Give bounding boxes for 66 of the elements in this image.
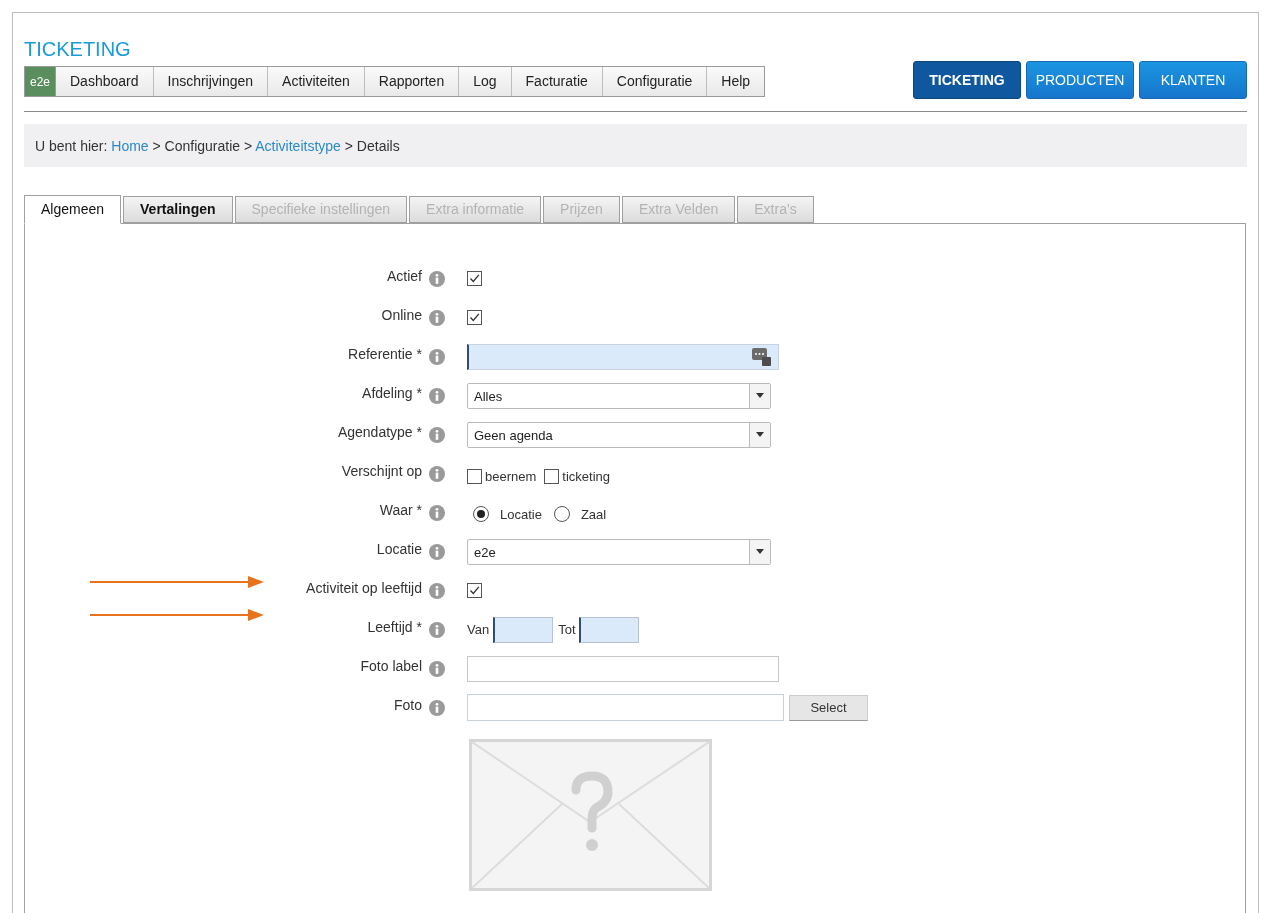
caret-icon <box>756 549 764 554</box>
app-title: TICKETING <box>24 37 131 61</box>
menu-item[interactable]: Facturatie <box>511 67 603 96</box>
option-label: Zaal <box>580 506 607 525</box>
field-label: Agendatype * <box>337 423 422 442</box>
dropdown[interactable]: e2e <box>467 538 771 565</box>
field-label: Online <box>381 306 422 325</box>
info-icon[interactable] <box>429 660 445 677</box>
field-label: Leeftijd * <box>367 618 422 637</box>
tab[interactable]: Vertalingen <box>123 196 233 223</box>
checkbox[interactable] <box>467 309 482 325</box>
radio-button[interactable] <box>553 505 570 522</box>
info-icon[interactable] <box>429 504 445 521</box>
menu-item[interactable]: Inschrijvingen <box>153 67 269 96</box>
field-label: Foto <box>394 696 422 715</box>
info-icon[interactable] <box>429 582 445 599</box>
checkbox[interactable] <box>467 469 482 484</box>
range-from-label: Van <box>467 620 490 639</box>
breadcrumb: U bent hier: Home > Configuratie > Activiteitstype > Details <box>35 136 400 156</box>
logo: e2e <box>25 67 56 96</box>
select-button[interactable]: Select <box>789 694 868 721</box>
file-field[interactable] <box>467 694 784 721</box>
info-icon[interactable] <box>429 621 445 638</box>
field-label: Locatie <box>376 540 422 559</box>
module-button[interactable]: TICKETING <box>913 61 1021 99</box>
field-label: Verschijnt op <box>341 462 422 481</box>
info-icon[interactable] <box>429 309 445 326</box>
module-button[interactable]: KLANTEN <box>1139 61 1247 99</box>
age-from-field[interactable] <box>493 616 554 643</box>
radio-button[interactable] <box>473 505 489 522</box>
checkbox[interactable] <box>467 582 482 598</box>
character-counter-icon[interactable] <box>752 347 772 366</box>
field-label: Foto label <box>360 657 422 676</box>
option-label: beernem <box>485 467 537 486</box>
field-label: Afdeling * <box>362 384 422 403</box>
tab[interactable]: Algemeen <box>24 195 122 224</box>
field-label: Actief <box>387 267 422 286</box>
menu-item[interactable]: Help <box>707 67 765 96</box>
caret-icon <box>756 393 764 398</box>
info-icon[interactable] <box>429 699 445 716</box>
option-label: ticketing <box>562 467 610 486</box>
dropdown[interactable]: Alles <box>467 382 771 409</box>
caret-icon <box>756 432 764 437</box>
field-label: Referentie * <box>348 345 422 364</box>
info-icon[interactable] <box>429 387 445 404</box>
range-to-label: Tot <box>558 620 576 639</box>
age-to-field[interactable] <box>578 616 639 643</box>
info-icon[interactable] <box>429 543 445 560</box>
menu-item[interactable]: Rapporten <box>364 67 460 96</box>
menu-item[interactable]: Activiteiten <box>268 67 365 96</box>
info-icon[interactable] <box>429 465 445 482</box>
info-icon[interactable] <box>429 270 445 287</box>
menu-item[interactable]: Log <box>459 67 512 96</box>
text-field[interactable] <box>467 343 779 370</box>
dropdown[interactable]: Geen agenda <box>467 421 771 448</box>
module-button[interactable]: PRODUCTEN <box>1026 61 1134 99</box>
field-label: Waar * <box>379 501 422 520</box>
option-label: Locatie <box>500 506 542 525</box>
checkbox[interactable] <box>544 469 560 484</box>
menu-item[interactable]: Configuratie <box>602 67 708 96</box>
info-icon[interactable] <box>429 426 445 443</box>
menu-item[interactable]: Dashboard <box>56 67 154 96</box>
field-label: Activiteit op leeftijd <box>306 579 422 598</box>
checkbox[interactable] <box>467 270 482 286</box>
text-field[interactable] <box>467 655 779 682</box>
info-icon[interactable] <box>429 348 445 365</box>
